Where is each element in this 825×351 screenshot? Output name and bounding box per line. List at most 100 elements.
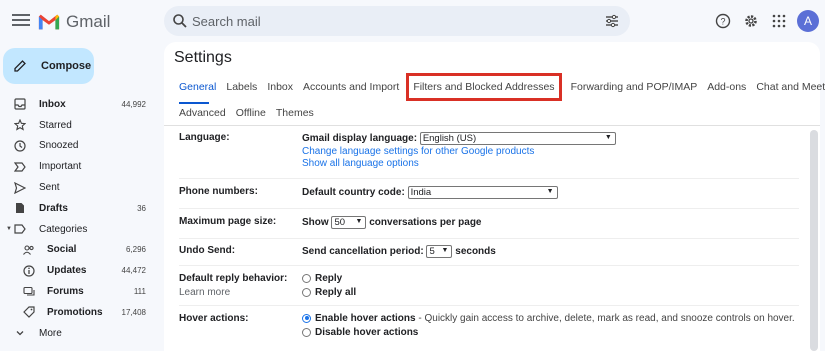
sidebar-item-important[interactable]: Important — [0, 156, 160, 177]
tab-accounts-and-import[interactable]: Accounts and Import — [303, 78, 399, 96]
tab-chat-and-meet[interactable]: Chat and Meet — [756, 78, 825, 96]
settings-tabs-row1: General Labels Inbox Accounts and Import Fil… — [179, 73, 825, 101]
chevron-down-icon: ▼ — [546, 188, 554, 195]
important-icon — [14, 161, 26, 173]
sidebar-item-label: More — [39, 327, 62, 339]
search-input[interactable] — [192, 6, 592, 36]
info-icon — [23, 265, 35, 277]
main-menu-icon[interactable] — [12, 12, 30, 30]
language-label: Language: — [179, 132, 230, 143]
tab-labels[interactable]: Labels — [226, 78, 257, 96]
page-size-content: Show 50 ▼ conversations per page — [302, 216, 482, 229]
sidebar-item-label: Inbox — [39, 98, 66, 110]
sidebar-item-sent[interactable]: Sent — [0, 177, 160, 198]
settings-tabs-row2: Advanced Offline Themes — [179, 104, 324, 122]
learn-more-link[interactable]: Learn more — [179, 287, 230, 298]
sidebar-item-updates[interactable]: Updates 44,472 — [0, 260, 160, 281]
cancellation-period-label: Send cancellation period: — [302, 246, 424, 258]
show-label: Show — [302, 217, 329, 229]
reply-all-radio[interactable] — [302, 287, 311, 297]
expand-caret-icon[interactable]: ▼ — [6, 226, 12, 232]
sidebar-item-forums[interactable]: Forums 111 — [0, 281, 160, 302]
sidebar-item-label: Sent — [39, 182, 60, 194]
forum-icon — [23, 286, 35, 298]
settings-scrollbar[interactable] — [810, 130, 818, 351]
change-language-link[interactable]: Change language settings for other Googl… — [302, 146, 616, 157]
page-size-suffix: conversations per page — [369, 217, 482, 229]
sidebar-item-label: Important — [39, 161, 82, 173]
tab-advanced[interactable]: Advanced — [179, 104, 226, 122]
country-code-select[interactable]: India ▼ — [407, 186, 558, 199]
enable-hover-radio[interactable] — [302, 313, 311, 323]
tab-forwarding-and-pop-imap[interactable]: Forwarding and POP/IMAP — [571, 78, 698, 96]
unread-count: 111 — [133, 287, 146, 297]
sidebar-item-snoozed[interactable]: Snoozed — [0, 136, 160, 157]
row-divider — [179, 178, 799, 179]
unread-count: 6,296 — [125, 245, 146, 255]
row-divider — [179, 208, 799, 209]
disable-hover-radio[interactable] — [302, 327, 311, 337]
sidebar: Compose Inbox 44,992 Starred Snoozed Importa… — [0, 44, 160, 351]
sidebar-item-more[interactable]: More — [0, 323, 160, 344]
sidebar-item-label: Social — [47, 244, 77, 256]
row-divider — [179, 238, 799, 239]
search-bar[interactable] — [164, 6, 630, 36]
sidebar-item-drafts[interactable]: Drafts 36 — [0, 198, 160, 219]
row-divider — [179, 305, 799, 306]
sidebar-item-label: Drafts — [39, 202, 68, 214]
compose-button[interactable]: Compose — [3, 48, 94, 84]
sidebar-item-promotions[interactable]: Promotions 17,408 — [0, 302, 160, 323]
display-language-label: Gmail display language: — [302, 133, 418, 145]
label-icon — [14, 223, 26, 235]
compose-label: Compose — [41, 60, 92, 72]
gmail-logo[interactable]: Gmail — [38, 12, 110, 32]
sidebar-item-social[interactable]: Social 6,296 — [0, 240, 160, 261]
avatar[interactable]: A — [797, 10, 819, 32]
apps-grid-icon[interactable] — [769, 11, 789, 31]
settings-panel: Settings General Labels Inbox Accounts and … — [164, 42, 825, 351]
search-icon[interactable] — [172, 13, 188, 29]
reply-radio[interactable] — [302, 273, 311, 283]
display-language-select[interactable]: English (US) ▼ — [419, 132, 616, 145]
page-title: Settings — [174, 49, 232, 66]
language-content: Gmail display language: English (US) ▼ Ch… — [302, 132, 616, 169]
settings-gear-icon[interactable] — [741, 11, 761, 31]
sidebar-item-label: Snoozed — [39, 140, 79, 152]
country-code-value: India — [410, 187, 432, 198]
page-size-select[interactable]: 50 ▼ — [331, 216, 367, 229]
country-code-label: Default country code: — [302, 187, 405, 199]
search-options-icon[interactable] — [604, 13, 620, 29]
tag-icon — [23, 306, 35, 319]
tabs-divider — [164, 125, 820, 126]
tab-filters-and-blocked-addresses[interactable]: Filters and Blocked Addresses — [406, 73, 562, 101]
clock-icon — [14, 140, 26, 152]
tab-offline[interactable]: Offline — [236, 104, 266, 122]
star-icon — [14, 119, 26, 131]
tab-inbox[interactable]: Inbox — [267, 78, 293, 96]
sidebar-item-starred[interactable]: Starred — [0, 115, 160, 136]
reply-behavior-content: Reply Reply all — [302, 273, 356, 298]
tab-add-ons[interactable]: Add-ons — [707, 78, 746, 96]
undo-send-label: Undo Send: — [179, 245, 236, 256]
show-all-languages-link[interactable]: Show all language options — [302, 158, 616, 169]
cancellation-period-value: 5 — [429, 246, 435, 257]
reply-all-option-label: Reply all — [315, 287, 357, 298]
top-bar: Gmail ? A — [0, 0, 825, 44]
reply-behavior-label: Default reply behavior: — [179, 273, 288, 284]
undo-send-content: Send cancellation period: 5 ▼ seconds — [302, 245, 496, 258]
sidebar-item-inbox[interactable]: Inbox 44,992 — [0, 94, 160, 115]
row-divider — [179, 265, 799, 266]
help-icon[interactable]: ? — [713, 11, 733, 31]
sidebar-item-categories[interactable]: ▼ Categories — [0, 219, 160, 240]
pencil-icon — [14, 60, 26, 72]
cancellation-period-select[interactable]: 5 ▼ — [426, 245, 453, 258]
disable-hover-label: Disable hover actions — [315, 327, 419, 338]
tab-general[interactable]: General — [179, 78, 216, 96]
phone-label: Phone numbers: — [179, 186, 258, 197]
sidebar-item-label: Starred — [39, 119, 72, 131]
tab-themes[interactable]: Themes — [276, 104, 314, 122]
send-icon — [14, 181, 26, 194]
sidebar-item-label: Forums — [47, 286, 84, 298]
svg-text:?: ? — [720, 17, 725, 27]
chevron-down-icon: ▼ — [355, 218, 363, 225]
